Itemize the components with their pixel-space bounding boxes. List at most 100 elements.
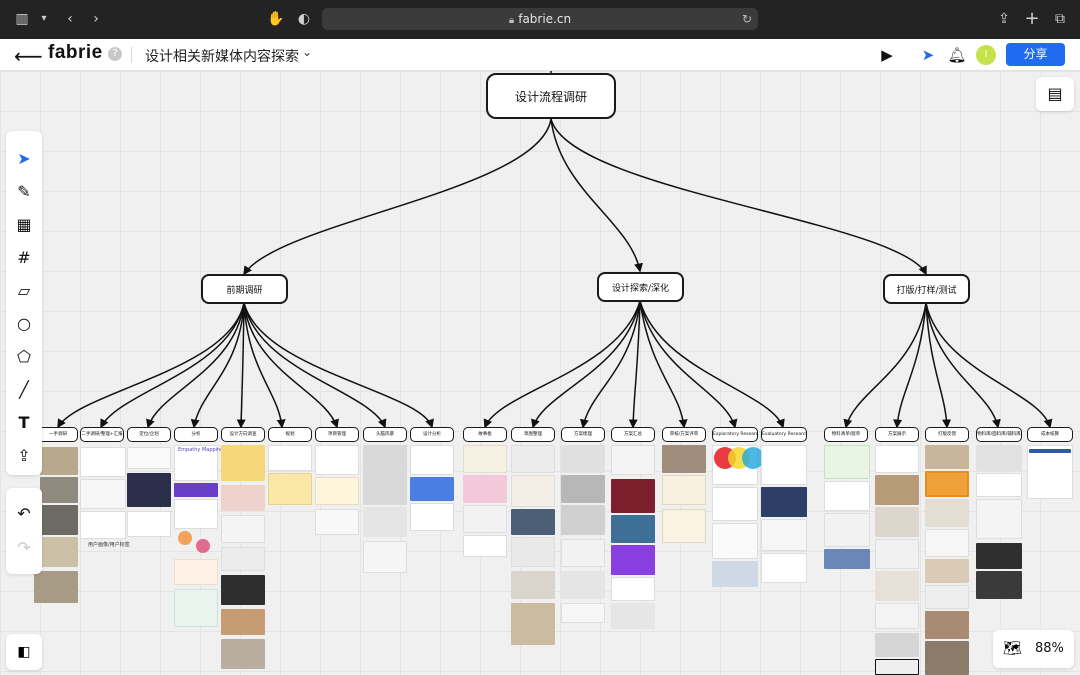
- image-thumbnail[interactable]: [875, 475, 919, 505]
- branch-node-prototype[interactable]: 打版/打样/测试: [883, 274, 970, 304]
- leaf-node[interactable]: 定位/企划: [127, 427, 171, 442]
- image-thumbnail[interactable]: [196, 539, 210, 553]
- leaf-node[interactable]: 方案展示: [875, 427, 919, 442]
- image-thumbnail[interactable]: [463, 445, 507, 473]
- leaf-node[interactable]: 规划: [268, 427, 312, 442]
- image-thumbnail[interactable]: [221, 445, 265, 481]
- mindmap-root-node[interactable]: 设计流程调研: [486, 73, 616, 119]
- cursor-follow-icon[interactable]: ➤: [918, 45, 938, 65]
- chevron-down-icon[interactable]: ▾: [34, 9, 54, 29]
- chevron-down-icon[interactable]: ⌄: [302, 45, 312, 59]
- image-thumbnail[interactable]: [875, 571, 919, 601]
- image-thumbnail[interactable]: [268, 473, 312, 505]
- image-thumbnail[interactable]: [511, 571, 555, 599]
- new-tab-icon[interactable]: +: [1022, 9, 1042, 29]
- image-thumbnail[interactable]: [174, 499, 218, 529]
- image-thumbnail[interactable]: [561, 505, 605, 535]
- image-thumbnail[interactable]: [925, 559, 969, 583]
- image-thumbnail[interactable]: [976, 499, 1022, 539]
- tabs-overview-icon[interactable]: ⧉: [1050, 9, 1070, 29]
- image-thumbnail[interactable]: [315, 445, 359, 475]
- image-thumbnail[interactable]: [976, 473, 1022, 497]
- image-thumbnail[interactable]: [761, 487, 807, 517]
- image-thumbnail[interactable]: [925, 611, 969, 639]
- image-thumbnail[interactable]: [611, 545, 655, 575]
- image-thumbnail[interactable]: [561, 445, 605, 473]
- image-thumbnail[interactable]: [925, 641, 969, 675]
- image-thumbnail[interactable]: [410, 503, 454, 531]
- forward-icon[interactable]: ›: [86, 9, 106, 29]
- circle-tool-icon[interactable]: ○: [12, 312, 36, 336]
- image-thumbnail[interactable]: [221, 609, 265, 635]
- zoom-control[interactable]: 🗺︎ 88%: [993, 630, 1074, 668]
- leaf-node[interactable]: 一手调研: [38, 427, 78, 442]
- image-thumbnail[interactable]: [875, 539, 919, 569]
- image-thumbnail[interactable]: [976, 571, 1022, 599]
- leaf-node[interactable]: 方案汇总: [611, 427, 655, 442]
- image-thumbnail[interactable]: [925, 445, 969, 469]
- image-thumbnail[interactable]: [174, 559, 218, 585]
- image-thumbnail[interactable]: [40, 477, 78, 503]
- image-thumbnail[interactable]: [875, 603, 919, 629]
- image-thumbnail[interactable]: [40, 447, 78, 475]
- image-thumbnail[interactable]: [824, 445, 870, 479]
- image-thumbnail[interactable]: [925, 471, 969, 497]
- text-tool-icon[interactable]: T: [12, 411, 36, 435]
- bell-icon[interactable]: 🔔︎: [947, 45, 967, 65]
- image-thumbnail[interactable]: [410, 445, 454, 475]
- image-thumbnail[interactable]: [463, 475, 507, 503]
- image-thumbnail[interactable]: [127, 447, 171, 469]
- leaf-node[interactable]: 项目管理: [315, 427, 359, 442]
- app-logo[interactable]: fabrie: [48, 42, 103, 64]
- leaf-node[interactable]: 设计方向调查: [221, 427, 265, 442]
- image-thumbnail[interactable]: [611, 445, 655, 475]
- image-thumbnail[interactable]: [761, 445, 807, 485]
- image-thumbnail[interactable]: [824, 513, 870, 547]
- image-thumbnail[interactable]: [611, 577, 655, 601]
- pentagon-tool-icon[interactable]: ⬠: [12, 345, 36, 369]
- image-thumbnail[interactable]: [662, 445, 706, 473]
- image-thumbnail[interactable]: [363, 507, 407, 537]
- leaf-node[interactable]: Exploratory Research: [712, 427, 758, 442]
- image-thumbnail[interactable]: [824, 481, 870, 511]
- image-thumbnail[interactable]: [127, 473, 171, 507]
- shield-icon[interactable]: ◐: [294, 9, 314, 29]
- image-thumbnail[interactable]: [611, 515, 655, 543]
- leaf-node[interactable]: 设计分析: [410, 427, 454, 442]
- frame-tool-icon[interactable]: ▦: [12, 213, 36, 237]
- layers-panel-icon[interactable]: ◧: [6, 634, 42, 670]
- image-thumbnail[interactable]: [611, 479, 655, 513]
- select-tool-icon[interactable]: ➤: [12, 147, 36, 171]
- zoom-level[interactable]: 88%: [1035, 641, 1064, 656]
- image-thumbnail[interactable]: [875, 659, 919, 675]
- leaf-node[interactable]: 方案梳理: [561, 427, 605, 442]
- image-thumbnail[interactable]: [611, 603, 655, 629]
- image-thumbnail[interactable]: [561, 571, 605, 599]
- leaf-node[interactable]: 故事板: [463, 427, 507, 442]
- line-tool-icon[interactable]: ╱: [12, 378, 36, 402]
- image-thumbnail[interactable]: [875, 445, 919, 473]
- leaf-node[interactable]: 打版反馈: [925, 427, 969, 442]
- image-thumbnail[interactable]: [34, 571, 78, 603]
- undo-icon[interactable]: ↶: [12, 502, 36, 526]
- image-thumbnail[interactable]: [712, 487, 758, 521]
- image-thumbnail[interactable]: [363, 541, 407, 573]
- leaf-node[interactable]: 物料清单/版单: [824, 427, 868, 442]
- image-thumbnail[interactable]: [174, 589, 218, 627]
- whiteboard-canvas[interactable]: 设计流程调研 前期调研 设计探索/深化 打版/打样/测试 一手调研 二手调研/整…: [0, 71, 1080, 675]
- pen-tool-icon[interactable]: ✎: [12, 180, 36, 204]
- leaf-node[interactable]: 分析: [174, 427, 218, 442]
- image-thumbnail[interactable]: [221, 547, 265, 571]
- crop-tool-icon[interactable]: #: [12, 246, 36, 270]
- image-thumbnail[interactable]: [363, 445, 407, 505]
- image-thumbnail[interactable]: [511, 475, 555, 507]
- image-thumbnail[interactable]: [511, 537, 555, 567]
- image-thumbnail[interactable]: [174, 483, 218, 497]
- image-thumbnail[interactable]: [925, 529, 969, 557]
- image-thumbnail[interactable]: [463, 535, 507, 557]
- image-thumbnail[interactable]: [976, 543, 1022, 569]
- upload-icon[interactable]: ⇪: [12, 444, 36, 468]
- extension-icon[interactable]: ✋: [266, 9, 286, 29]
- image-thumbnail[interactable]: [561, 603, 605, 623]
- image-thumbnail[interactable]: [268, 445, 312, 471]
